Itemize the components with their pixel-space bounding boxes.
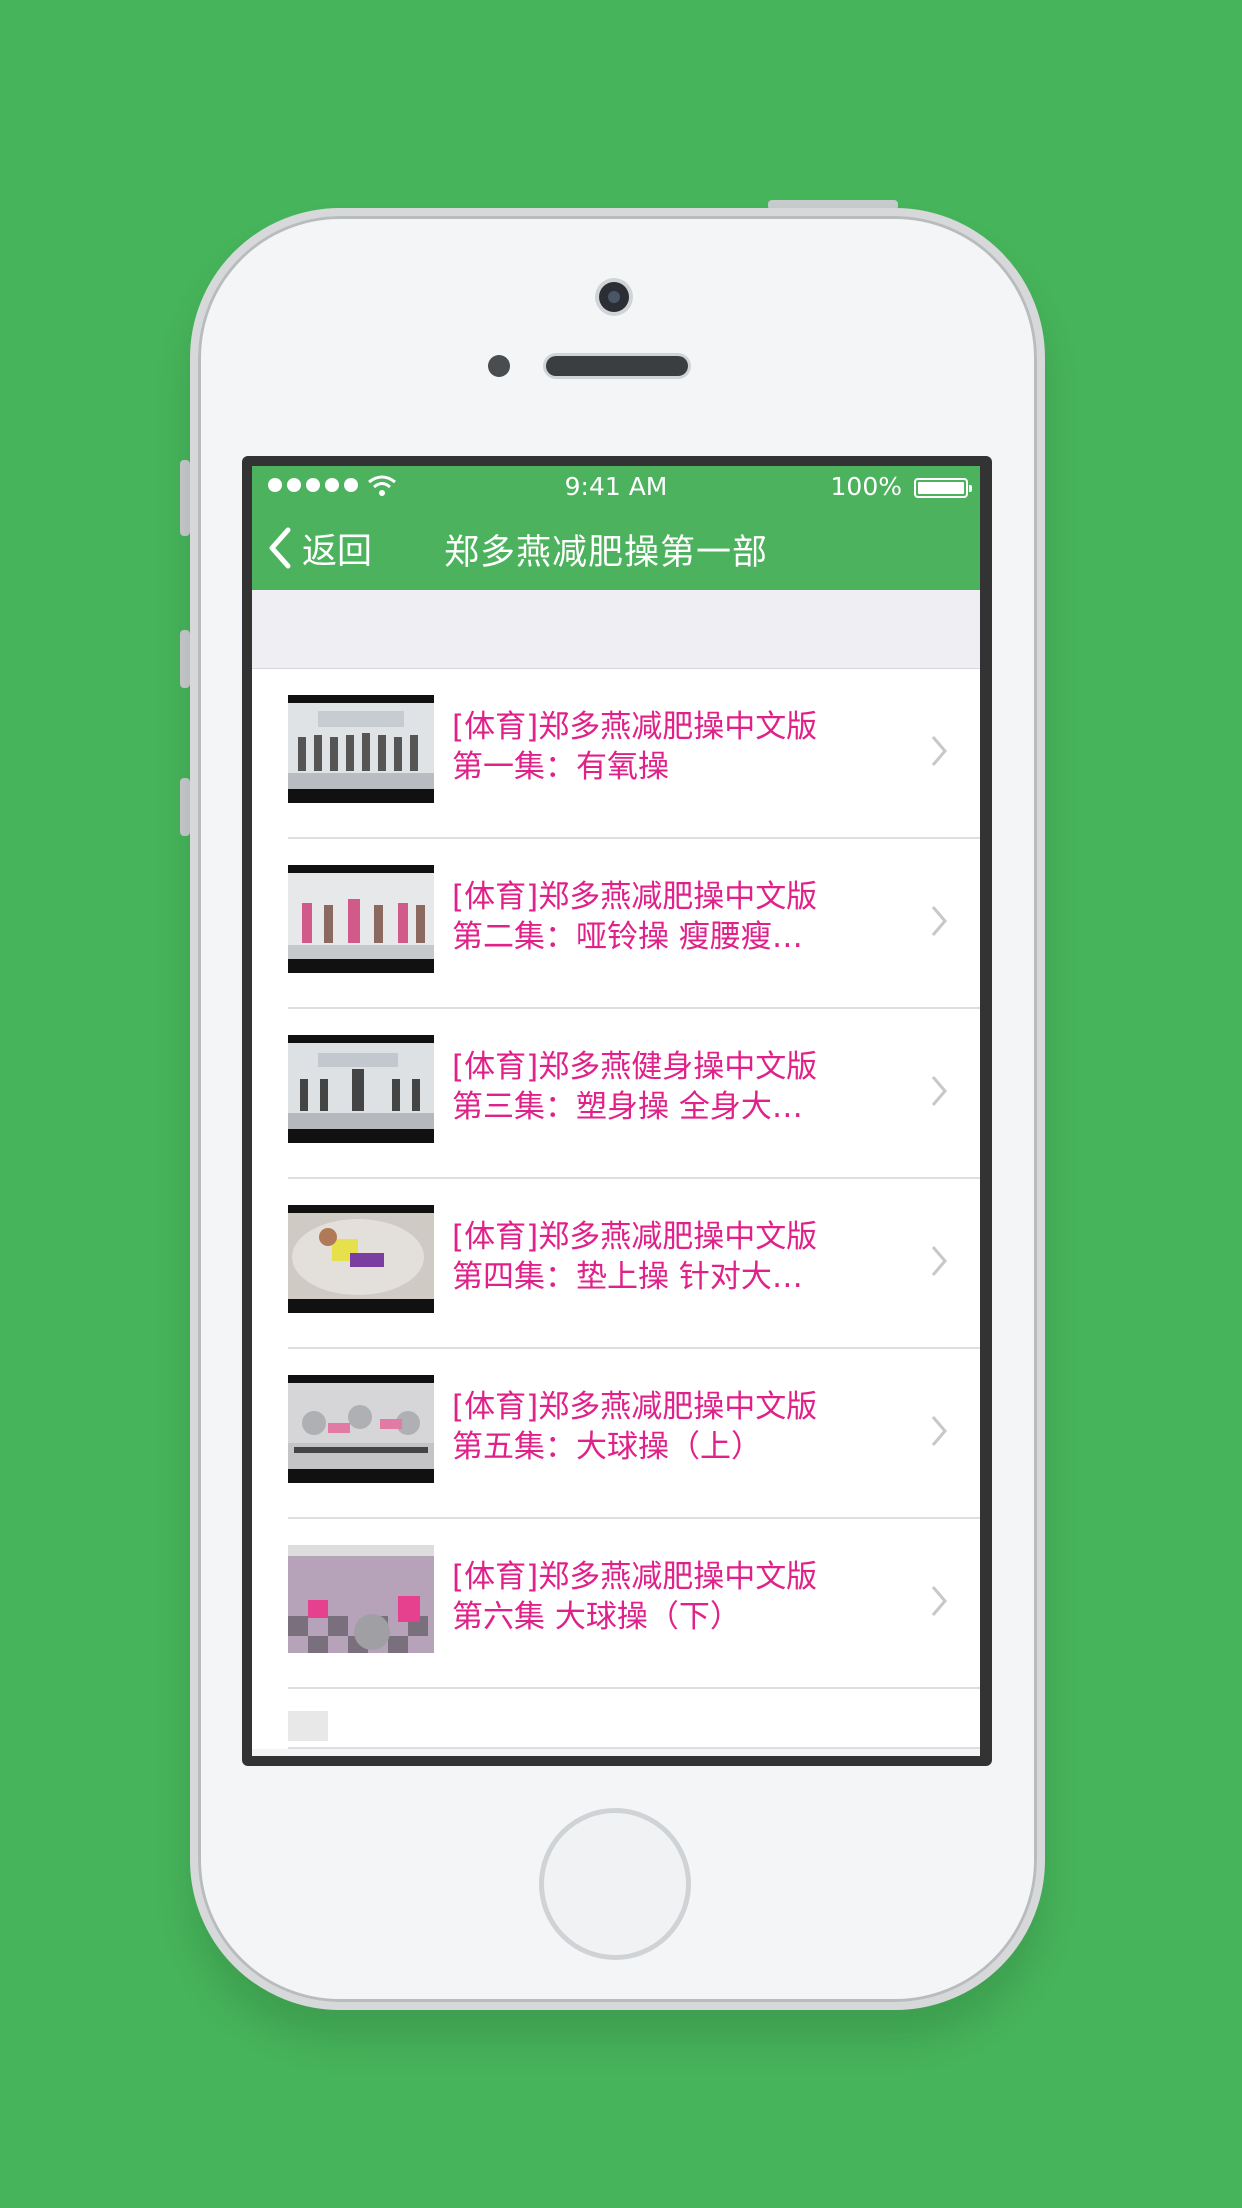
front-camera xyxy=(599,282,629,312)
list-item-partial[interactable] xyxy=(252,1689,980,1749)
video-thumbnail xyxy=(288,865,434,973)
section-spacer xyxy=(252,590,980,669)
volume-down-button xyxy=(180,778,190,836)
chevron-right-icon xyxy=(931,1586,947,1616)
chevron-right-icon xyxy=(931,906,947,936)
video-thumbnail xyxy=(288,1545,434,1653)
list-item[interactable]: [体育]郑多燕减肥操中文版 第一集：有氧操 xyxy=(252,669,980,839)
video-thumbnail xyxy=(288,1205,434,1313)
chevron-left-icon xyxy=(269,527,291,569)
video-title: [体育]郑多燕减肥操中文版 第六集 大球操（下） xyxy=(452,1559,818,1635)
video-title: [体育]郑多燕健身操中文版 第三集：塑身操 全身大… xyxy=(452,1049,818,1125)
list-item[interactable]: [体育]郑多燕减肥操中文版 第五集：大球操（上） xyxy=(252,1349,980,1519)
earpiece-speaker xyxy=(546,356,688,376)
app-view: 9:41 AM 100% 返回 郑多燕减肥操第一部 [体育]郑多燕减肥操中文版 … xyxy=(252,466,980,1756)
list-item[interactable]: [体育]郑多燕减肥操中文版 第六集 大球操（下） xyxy=(252,1519,980,1689)
page-title: 郑多燕减肥操第一部 xyxy=(444,533,769,573)
video-thumbnail xyxy=(288,695,434,803)
chevron-right-icon xyxy=(931,1076,947,1106)
navigation-bar: 返回 郑多燕减肥操第一部 xyxy=(252,506,980,590)
phone-screen: 9:41 AM 100% 返回 郑多燕减肥操第一部 [体育]郑多燕减肥操中文版 … xyxy=(242,456,992,1766)
mute-switch xyxy=(180,460,190,536)
volume-up-button xyxy=(180,630,190,688)
video-title: [体育]郑多燕减肥操中文版 第四集：垫上操 针对大… xyxy=(452,1219,818,1295)
list-item[interactable]: [体育]郑多燕健身操中文版 第三集：塑身操 全身大… xyxy=(252,1009,980,1179)
battery-percentage: 100% xyxy=(830,472,902,501)
proximity-sensor xyxy=(488,355,510,377)
back-button[interactable]: 返回 xyxy=(266,520,372,576)
video-thumbnail xyxy=(288,1711,328,1741)
video-title: [体育]郑多燕减肥操中文版 第五集：大球操（上） xyxy=(452,1389,818,1465)
chevron-right-icon xyxy=(931,1416,947,1446)
video-list: [体育]郑多燕减肥操中文版 第一集：有氧操 [体育]郑多燕减肥操中文版 第二集：… xyxy=(252,669,980,1749)
video-title: [体育]郑多燕减肥操中文版 第一集：有氧操 xyxy=(452,709,818,785)
chevron-right-icon xyxy=(931,1246,947,1276)
back-label: 返回 xyxy=(302,531,373,572)
battery-icon xyxy=(914,478,972,498)
home-button[interactable] xyxy=(539,1808,691,1960)
list-item[interactable]: [体育]郑多燕减肥操中文版 第四集：垫上操 针对大… xyxy=(252,1179,980,1349)
video-title: [体育]郑多燕减肥操中文版 第二集：哑铃操 瘦腰瘦… xyxy=(452,879,818,955)
video-thumbnail xyxy=(288,1375,434,1483)
status-bar: 9:41 AM 100% xyxy=(252,466,980,506)
video-thumbnail xyxy=(288,1035,434,1143)
chevron-right-icon xyxy=(931,736,947,766)
list-item[interactable]: [体育]郑多燕减肥操中文版 第二集：哑铃操 瘦腰瘦… xyxy=(252,839,980,1009)
